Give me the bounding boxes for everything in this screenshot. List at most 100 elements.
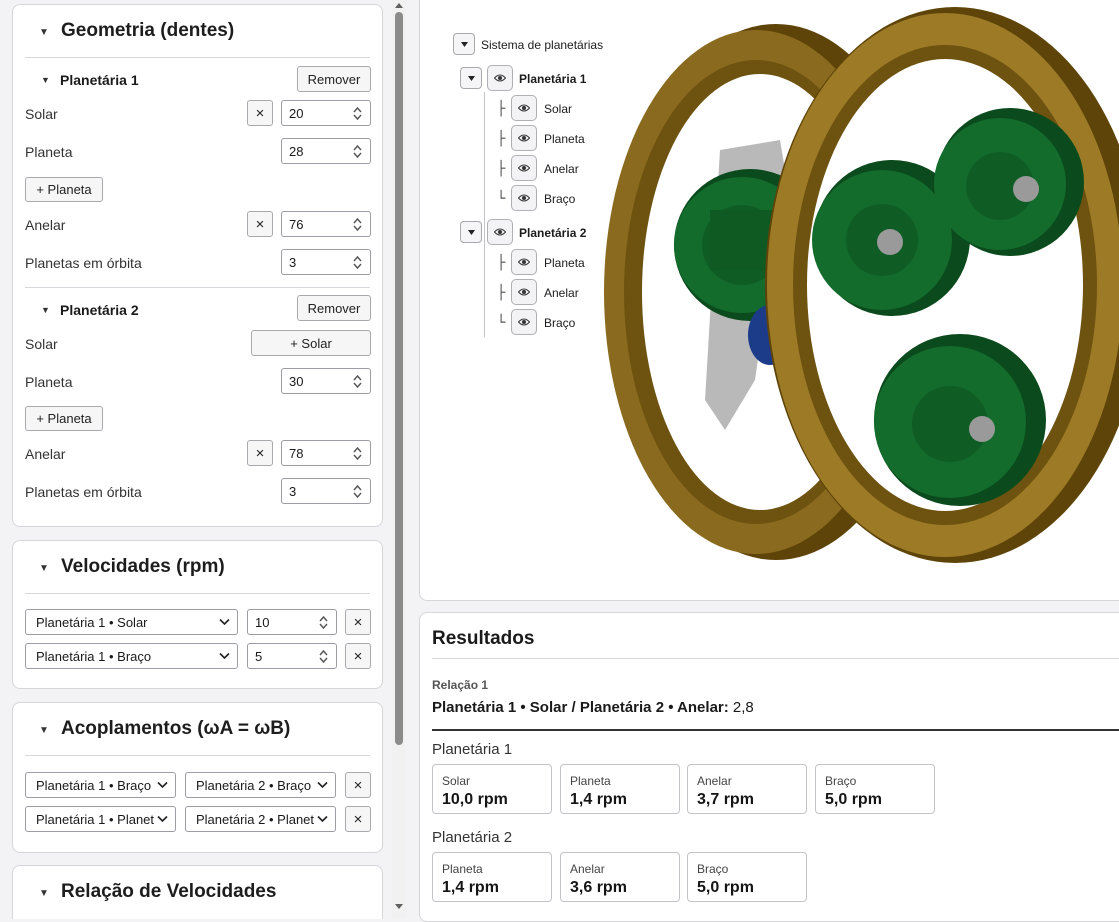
tree-item-label: Braço: [544, 316, 576, 330]
tree-branch: ├: [497, 161, 506, 177]
tree-item-label: Planeta: [544, 256, 585, 270]
spinner-icon[interactable]: [353, 217, 362, 232]
add-sun-button[interactable]: + Solar: [251, 330, 371, 356]
sun-teeth-input[interactable]: 20: [281, 100, 371, 126]
collapse-triangle-icon[interactable]: ▼: [39, 563, 49, 574]
visibility-toggle[interactable]: [511, 279, 537, 305]
result-planeta: Planeta 1,4 rpm: [432, 852, 552, 902]
spinner-icon[interactable]: [319, 615, 328, 630]
tree-root-toggle[interactable]: [453, 33, 475, 55]
collapse-triangle-icon[interactable]: ▼: [39, 725, 49, 736]
scroll-up-arrow-icon[interactable]: [395, 3, 403, 8]
add-planet-button[interactable]: + Planeta: [25, 406, 103, 431]
remove-coupling-button[interactable]: ×: [345, 806, 371, 832]
planet-teeth-input[interactable]: 30: [281, 368, 371, 394]
ratio-header[interactable]: ▼ Relação de Velocidades: [13, 866, 382, 918]
coupling-a-select[interactable]: Planetária 1 • Braço: [25, 772, 176, 798]
visibility-toggle[interactable]: [511, 309, 537, 335]
geometry-title: Geometria (dentes): [61, 20, 235, 41]
visibility-toggle[interactable]: [511, 95, 537, 121]
coupling-b-select[interactable]: Planetária 2 • Braço: [185, 772, 336, 798]
visibility-toggle[interactable]: [487, 219, 513, 245]
planet-label: Planeta: [25, 144, 73, 160]
spinner-icon[interactable]: [353, 484, 362, 499]
caret-down-icon: [460, 41, 468, 47]
result-braco: Braço 5,0 rpm: [687, 852, 807, 902]
visibility-toggle[interactable]: [487, 65, 513, 91]
results-title: Resultados: [432, 628, 535, 649]
tree-root-label: Sistema de planetárias: [481, 38, 604, 52]
tree-branch: ├: [497, 255, 506, 271]
tree-branch-last: └: [497, 315, 506, 331]
spinner-icon[interactable]: [353, 446, 362, 461]
results-card: Resultados Relação 1 Planetária 1 • Sola…: [419, 612, 1119, 922]
planet-label: Planeta: [25, 374, 73, 390]
remove-planetary-1-button[interactable]: Remover: [297, 66, 371, 92]
clear-ring-button[interactable]: ×: [247, 211, 273, 237]
visibility-toggle[interactable]: [511, 125, 537, 151]
remove-coupling-button[interactable]: ×: [345, 772, 371, 798]
eye-icon: [494, 228, 506, 236]
relation-value: 2,8: [732, 699, 754, 716]
speed-component-select[interactable]: Planetária 1 • Solar: [25, 609, 238, 635]
orbit-planets-input[interactable]: 3: [281, 478, 371, 504]
remove-speed-button[interactable]: ×: [345, 643, 371, 669]
scroll-thumb[interactable]: [395, 12, 403, 745]
tree-item-label: Planeta: [544, 132, 585, 146]
remove-planetary-2-button[interactable]: Remover: [297, 295, 371, 321]
spinner-icon[interactable]: [353, 144, 362, 159]
add-planet-button[interactable]: + Planeta: [25, 177, 103, 202]
scrollbar[interactable]: [392, 0, 406, 919]
viewport-3d[interactable]: Sistema de planetárias Planetária 1 ├ So…: [419, 0, 1119, 601]
couplings-header[interactable]: ▼ Acoplamentos (ωA = ωB): [13, 703, 382, 755]
clear-ring-button[interactable]: ×: [247, 440, 273, 466]
relation-expression: Planetária 1 • Solar / Planetária 2 • An…: [432, 699, 729, 716]
remove-speed-button[interactable]: ×: [345, 609, 371, 635]
tree-item-label: Solar: [544, 102, 573, 116]
visibility-toggle[interactable]: [511, 155, 537, 181]
chevron-down-icon: [317, 815, 328, 823]
ring-teeth-input[interactable]: 78: [281, 440, 371, 466]
ratio-title: Relação de Velocidades: [61, 881, 277, 902]
scroll-down-arrow-icon[interactable]: [395, 904, 403, 909]
collapse-triangle-icon[interactable]: ▼: [41, 305, 50, 315]
speed-component-select[interactable]: Planetária 1 • Braço: [25, 643, 238, 669]
speed-value-input[interactable]: 5: [247, 643, 337, 669]
collapse-triangle-icon[interactable]: ▼: [41, 75, 50, 85]
caret-down-icon: [467, 75, 475, 81]
divider: [432, 729, 1119, 731]
visibility-toggle[interactable]: [511, 185, 537, 211]
visibility-toggle[interactable]: [511, 249, 537, 275]
tree-branch-last: └: [497, 191, 506, 207]
coupling-b-select[interactable]: Planetária 2 • Planet: [185, 806, 336, 832]
collapse-triangle-icon[interactable]: ▼: [39, 27, 49, 38]
planet-gear-front-3: [874, 334, 1046, 506]
tree-branch: ├: [497, 285, 506, 301]
spinner-icon[interactable]: [353, 255, 362, 270]
spinner-icon[interactable]: [353, 374, 362, 389]
speed-value-input[interactable]: 10: [247, 609, 337, 635]
collapse-triangle-icon[interactable]: ▼: [39, 888, 49, 899]
clear-sun-button[interactable]: ×: [247, 100, 273, 126]
tree-item-label: Anelar: [544, 286, 579, 300]
tree-branch: ├: [497, 131, 506, 147]
tree-group-toggle[interactable]: [460, 221, 482, 243]
speeds-header[interactable]: ▼ Velocidades (rpm): [13, 541, 382, 593]
sun-label: Solar: [25, 106, 58, 122]
ring-label: Anelar: [25, 217, 66, 233]
orbit-planets-label: Planetas em órbita: [25, 484, 142, 500]
speeds-card: ▼ Velocidades (rpm) Planetária 1 • Solar…: [12, 540, 383, 689]
tree-item-label: Anelar: [544, 162, 579, 176]
orbit-planets-input[interactable]: 3: [281, 249, 371, 275]
coupling-a-select[interactable]: Planetária 1 • Planet: [25, 806, 176, 832]
planet-teeth-input[interactable]: 28: [281, 138, 371, 164]
sun-label: Solar: [25, 336, 58, 352]
spinner-icon[interactable]: [319, 649, 328, 664]
ring-teeth-input[interactable]: 76: [281, 211, 371, 237]
tree-group-toggle[interactable]: [460, 67, 482, 89]
relation-line: Planetária 1 • Solar / Planetária 2 • An…: [432, 699, 754, 716]
spinner-icon[interactable]: [353, 106, 362, 121]
tree-group-label: Planetária 1: [519, 72, 587, 86]
geometry-header[interactable]: ▼ Geometria (dentes): [13, 5, 382, 57]
couplings-title: Acoplamentos (ωA = ωB): [61, 718, 291, 739]
